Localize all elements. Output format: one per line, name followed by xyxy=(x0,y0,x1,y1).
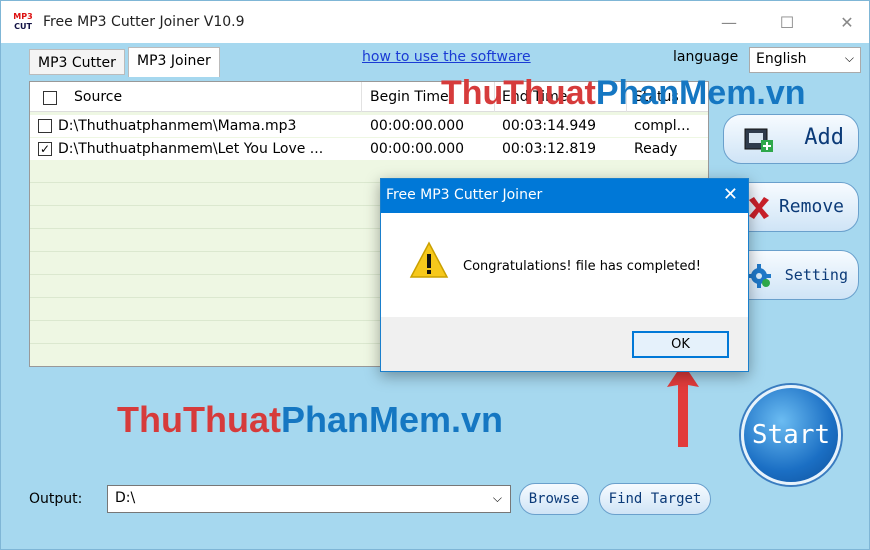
row-status: Ready xyxy=(634,141,678,157)
close-window-button[interactable]: ✕ xyxy=(827,9,867,37)
maximize-button[interactable]: ☐ xyxy=(767,9,807,37)
output-label: Output: xyxy=(29,491,83,507)
setting-gear-icon xyxy=(747,264,771,288)
row-end-time: 00:03:14.949 xyxy=(502,118,597,134)
tab-mp3-joiner[interactable]: MP3 Joiner xyxy=(128,47,220,77)
language-selected-value: English xyxy=(756,51,807,67)
browse-button[interactable]: Browse xyxy=(519,483,589,515)
start-button[interactable]: Start xyxy=(741,385,841,485)
watermark-bottom: ThuThuatPhanMem.vn xyxy=(117,399,503,440)
app-window: MP3 CUT Free MP3 Cutter Joiner V10.9 — ☐… xyxy=(0,0,870,550)
select-all-checkbox[interactable] xyxy=(43,91,57,105)
row-begin-time: 00:00:00.000 xyxy=(370,141,465,157)
minimize-button[interactable]: — xyxy=(709,9,749,37)
window-title: Free MP3 Cutter Joiner V10.9 xyxy=(43,14,245,30)
dialog-title-bar: Free MP3 Cutter Joiner ✕ xyxy=(381,179,748,213)
language-label: language xyxy=(673,49,739,65)
output-path-combobox[interactable]: D:\ ⌵ xyxy=(107,485,511,513)
column-header-begin-time[interactable]: Begin Time xyxy=(370,89,449,105)
setting-button-label: Setting xyxy=(784,266,848,284)
row-source: D:\Thuthuatphanmem\Mama.mp3 xyxy=(58,118,297,134)
annotation-arrow xyxy=(667,363,699,447)
tab-mp3-cutter[interactable]: MP3 Cutter xyxy=(29,49,125,75)
dialog-body: Congratulations! file has completed! xyxy=(381,213,748,317)
remove-x-icon xyxy=(749,197,769,219)
find-target-button[interactable]: Find Target xyxy=(599,483,711,515)
dialog-message: Congratulations! file has completed! xyxy=(463,259,701,274)
warning-icon xyxy=(409,241,449,278)
help-link[interactable]: how to use the software xyxy=(362,49,531,65)
column-divider xyxy=(361,82,362,112)
watermark-top: ThuThuatPhanMem.vn xyxy=(441,74,806,112)
dialog-title: Free MP3 Cutter Joiner xyxy=(386,187,543,203)
row-checkbox[interactable] xyxy=(38,119,52,133)
ok-button[interactable]: OK xyxy=(632,331,729,358)
table-row[interactable]: D:\Thuthuatphanmem\Mama.mp3 00:00:00.000… xyxy=(30,115,708,137)
add-button-label: Add xyxy=(804,125,844,150)
output-path-value: D:\ xyxy=(115,490,136,506)
column-header-source[interactable]: Source xyxy=(74,89,122,105)
add-button[interactable]: Add xyxy=(723,114,859,164)
dropdown-chevron-icon: ⌵ xyxy=(844,51,854,65)
row-status: compl... xyxy=(634,118,691,134)
row-end-time: 00:03:12.819 xyxy=(502,141,597,157)
table-row[interactable]: ✓ D:\Thuthuatphanmem\Let You Love ... 00… xyxy=(30,138,708,160)
app-logo-icon: MP3 CUT xyxy=(13,12,33,31)
remove-button-label: Remove xyxy=(778,196,844,217)
title-bar: MP3 CUT Free MP3 Cutter Joiner V10.9 — ☐… xyxy=(1,1,869,43)
row-begin-time: 00:00:00.000 xyxy=(370,118,465,134)
language-select[interactable]: English ⌵ xyxy=(749,47,861,73)
add-file-icon xyxy=(744,128,773,152)
completion-dialog: Free MP3 Cutter Joiner ✕ Congratulations… xyxy=(380,178,749,372)
row-source: D:\Thuthuatphanmem\Let You Love ... xyxy=(58,141,324,157)
dropdown-chevron-icon[interactable]: ⌵ xyxy=(493,491,502,506)
row-checkbox-checked[interactable]: ✓ xyxy=(38,142,52,156)
dialog-close-button[interactable]: ✕ xyxy=(723,184,738,205)
dialog-footer: OK xyxy=(381,317,748,371)
